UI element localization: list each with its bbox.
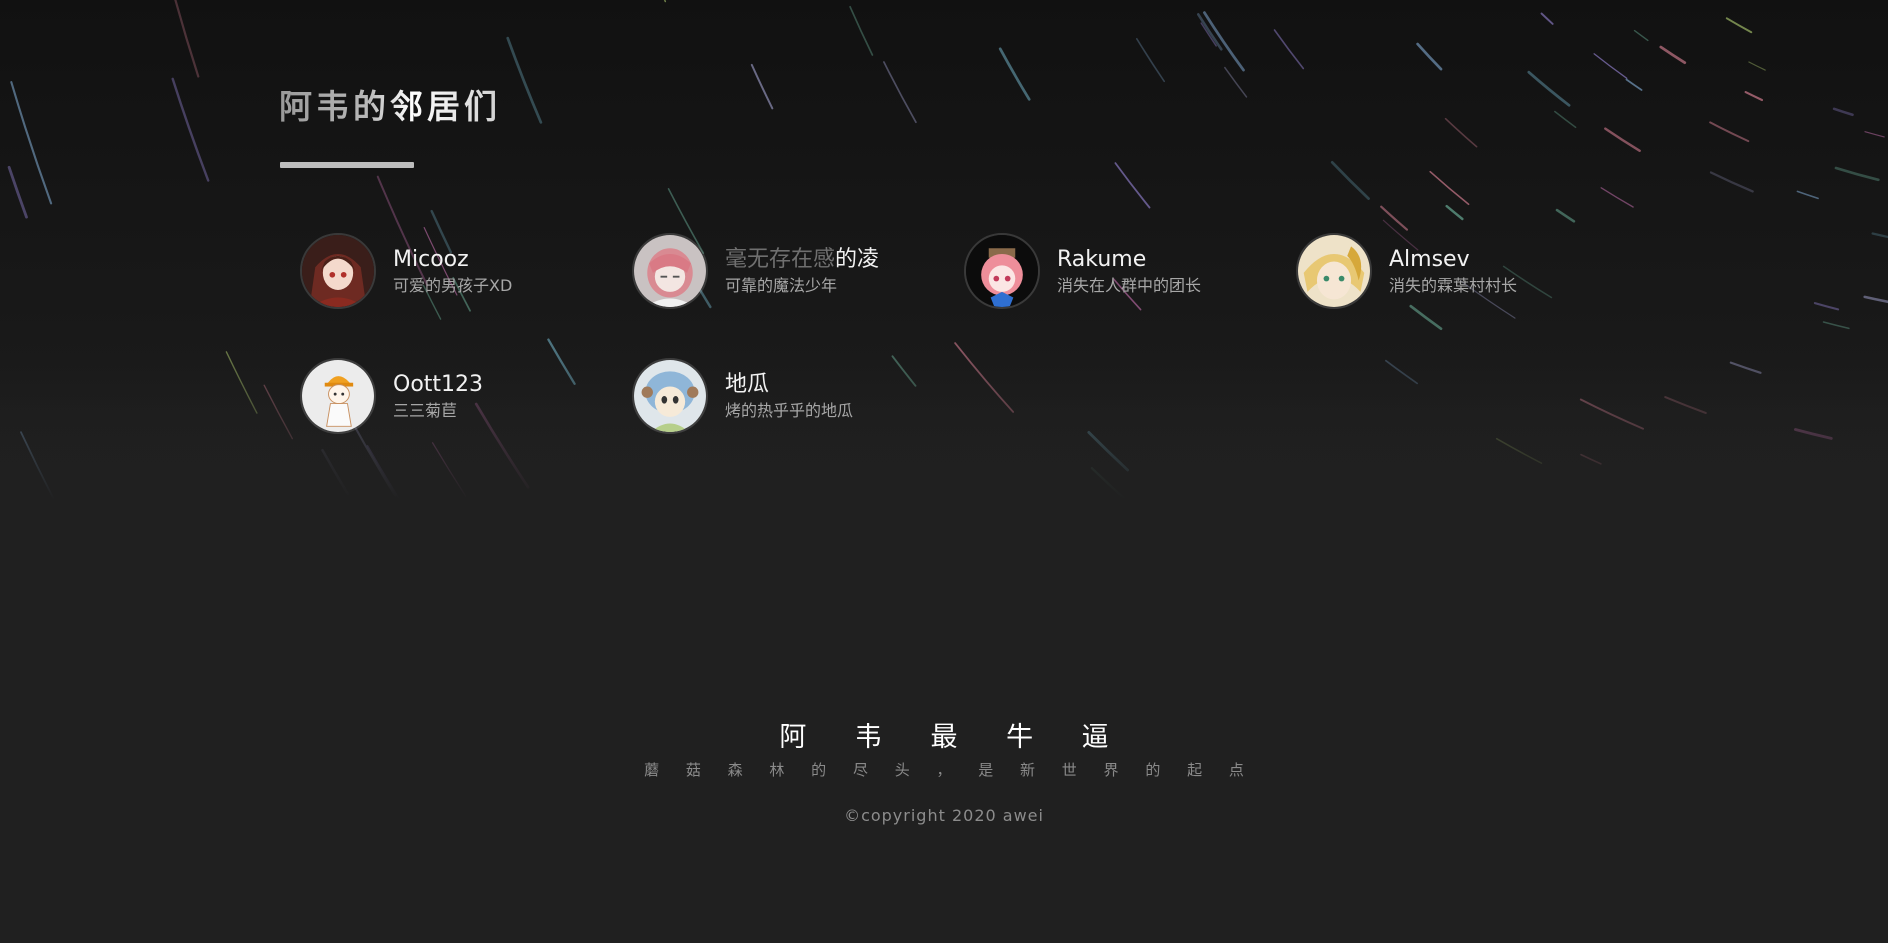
friend-card-almsev[interactable]: Almsev 消失的霖葉村村长 bbox=[1296, 231, 1616, 311]
friend-name: Micooz bbox=[393, 246, 469, 272]
avatar bbox=[1296, 233, 1372, 309]
friend-card-micooz[interactable]: Micooz 可爱的男孩子XD bbox=[300, 231, 620, 311]
friend-description: 可靠的魔法少年 bbox=[725, 275, 838, 295]
footer-copyright: ©copyright 2020 awei bbox=[844, 806, 1044, 825]
friend-card-oott123[interactable]: Oott123 三三菊苣 bbox=[300, 356, 620, 436]
section-title: 阿韦的邻居们 bbox=[279, 80, 501, 128]
footer-subtitle: 蘑 菇 森 林 的 尽 头 ， 是 新 世 界 的 起 点 bbox=[644, 761, 1255, 779]
title-underline bbox=[280, 162, 414, 168]
footer-title: 阿 韦 最 牛 逼 bbox=[779, 722, 1129, 753]
friend-card-digua[interactable]: 地瓜 烤的热乎乎的地瓜 bbox=[632, 356, 952, 436]
avatar bbox=[300, 233, 376, 309]
friend-description: 可爱的男孩子XD bbox=[393, 275, 513, 295]
friend-description: 烤的热乎乎的地瓜 bbox=[725, 400, 854, 420]
friend-description: 三三菊苣 bbox=[393, 400, 458, 420]
friend-description: 消失的霖葉村村长 bbox=[1389, 275, 1518, 295]
friend-name: 地瓜 bbox=[725, 371, 770, 397]
friend-card-ling[interactable]: 毫无存在感的凌 可靠的魔法少年 bbox=[632, 231, 952, 311]
avatar bbox=[632, 233, 708, 309]
friend-name: Oott123 bbox=[393, 371, 484, 397]
friend-name: Almsev bbox=[1389, 246, 1470, 272]
friend-description: 消失在人群中的团长 bbox=[1057, 275, 1202, 295]
friend-name: Rakume bbox=[1057, 246, 1147, 272]
avatar bbox=[632, 358, 708, 434]
avatar bbox=[300, 358, 376, 434]
avatar bbox=[964, 233, 1040, 309]
friend-card-rakume[interactable]: Rakume 消失在人群中的团长 bbox=[964, 231, 1284, 311]
page: 阿韦的邻居们 Micooz 可爱的男孩子XD 毫无存在感的凌 可靠的魔法少年 R… bbox=[0, 0, 1888, 943]
friend-name: 毫无存在感的凌 bbox=[725, 246, 880, 272]
